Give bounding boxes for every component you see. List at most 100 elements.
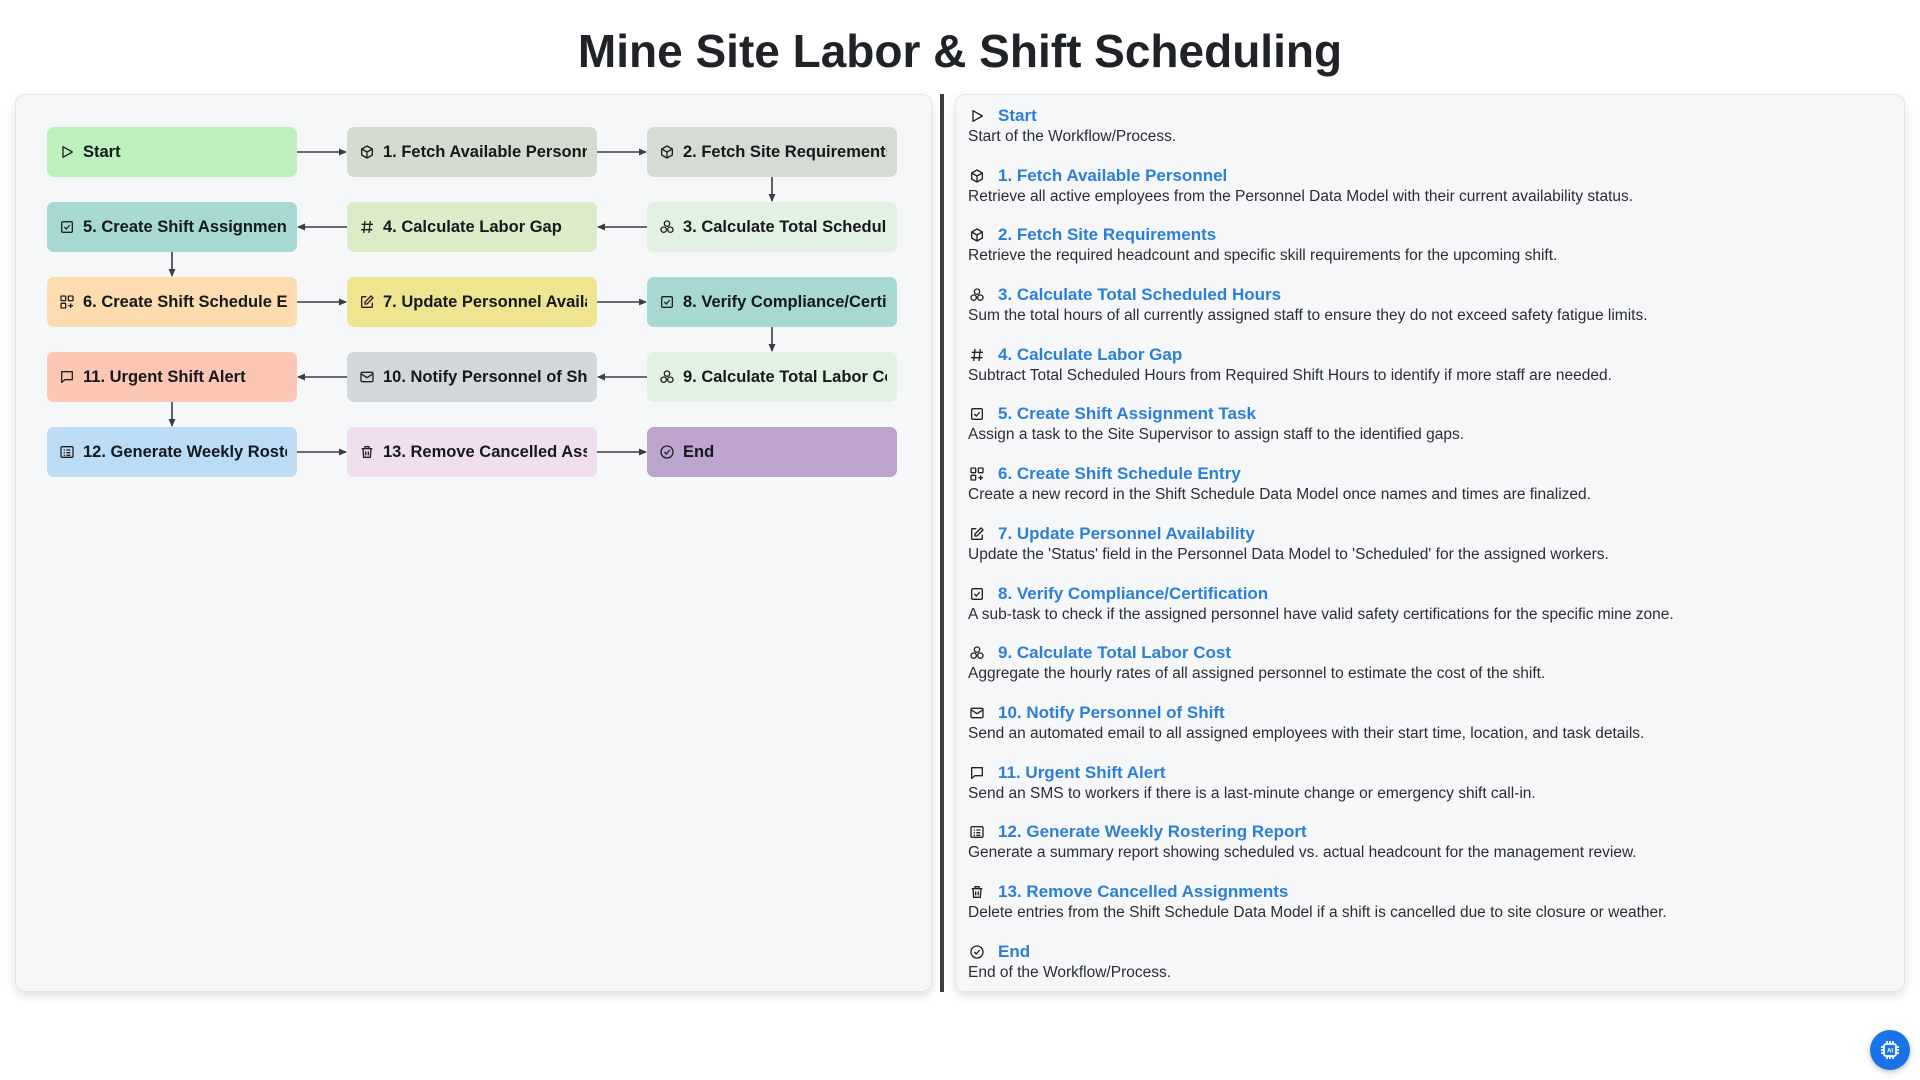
step-header[interactable]: 9. Calculate Total Labor Cost [968, 642, 1888, 664]
step-header[interactable]: 2. Fetch Site Requirements [968, 224, 1888, 246]
flow-node-n8[interactable]: 8. Verify Compliance/Certification [647, 277, 897, 327]
page-title: Mine Site Labor & Shift Scheduling [577, 25, 1343, 77]
flow-node-label: 2. Fetch Site Requirements [683, 142, 887, 161]
step-description: End of the Workflow/Process. [968, 963, 1172, 981]
step-header[interactable]: Start [968, 105, 1888, 127]
step-item: Start Start of the Workflow/Process. [968, 105, 1888, 165]
step-description: Create a new record in the Shift Schedul… [968, 486, 1591, 504]
flow-node-n11[interactable]: 11. Urgent Shift Alert [47, 352, 297, 402]
flow-node-n6[interactable]: 6. Create Shift Schedule Entry [47, 277, 297, 327]
cube-icon [359, 144, 375, 160]
flow-node-n1[interactable]: 1. Fetch Available Personnel [347, 127, 597, 177]
step-title[interactable]: 13. Remove Cancelled Assignments [998, 882, 1288, 902]
step-description: Aggregate the hourly rates of all assign… [968, 665, 1546, 683]
step-description: Delete entries from the Shift Schedule D… [968, 903, 1667, 921]
step-item: 5. Create Shift Assignment Task Assign a … [968, 403, 1888, 463]
step-header[interactable]: 12. Generate Weekly Rostering Report [968, 821, 1888, 843]
checkbox-icon [59, 219, 75, 235]
flow-node-n3[interactable]: 3. Calculate Total Scheduled Hours [647, 202, 897, 252]
flow-node-n7[interactable]: 7. Update Personnel Availability [347, 277, 597, 327]
step-title[interactable]: End [998, 942, 1030, 962]
step-header[interactable]: 8. Verify Compliance/Certification [968, 583, 1888, 605]
step-item: 1. Fetch Available Personnel Retrieve all… [968, 165, 1888, 225]
step-header[interactable]: 3. Calculate Total Scheduled Hours [968, 284, 1888, 306]
flow-node-n10[interactable]: 10. Notify Personnel of Shift [347, 352, 597, 402]
step-title[interactable]: 6. Create Shift Schedule Entry [998, 464, 1241, 484]
step-title[interactable]: Start [998, 106, 1037, 126]
step-description: Assign a task to the Site Supervisor to … [968, 426, 1464, 444]
flowchart-panel: Start 1. Fetch Available Personnel 2. Fetc… [15, 94, 932, 992]
step-title[interactable]: 12. Generate Weekly Rostering Report [998, 822, 1307, 842]
step-header[interactable]: 6. Create Shift Schedule Entry [968, 463, 1888, 485]
grid-plus-icon [59, 294, 75, 310]
flow-node-n5[interactable]: 5. Create Shift Assignment Task [47, 202, 297, 252]
cluster-icon [968, 644, 986, 662]
step-header[interactable]: End [968, 941, 1888, 963]
cluster-icon [659, 369, 675, 385]
svg-text:AI: AI [1887, 1049, 1893, 1055]
flow-node-end[interactable]: End [647, 427, 897, 477]
checkbox-icon [659, 294, 675, 310]
checkbox-icon [968, 405, 986, 423]
flow-node-n12[interactable]: 12. Generate Weekly Rostering Report [47, 427, 297, 477]
step-item: 2. Fetch Site Requirements Retrieve the r… [968, 224, 1888, 284]
step-title[interactable]: 1. Fetch Available Personnel [998, 166, 1227, 186]
flow-node-label: 5. Create Shift Assignment Task [83, 217, 287, 236]
step-header[interactable]: 1. Fetch Available Personnel [968, 165, 1888, 187]
step-title[interactable]: 7. Update Personnel Availability [998, 524, 1255, 544]
step-title[interactable]: 9. Calculate Total Labor Cost [998, 643, 1231, 663]
step-header[interactable]: 7. Update Personnel Availability [968, 523, 1888, 545]
flow-node-label: 8. Verify Compliance/Certification [683, 292, 887, 311]
step-description: A sub-task to check if the assigned pers… [968, 605, 1674, 623]
flow-node-label: 13. Remove Cancelled Assignments [383, 442, 587, 461]
step-header[interactable]: 5. Create Shift Assignment Task [968, 403, 1888, 425]
step-header[interactable]: 11. Urgent Shift Alert [968, 762, 1888, 784]
step-item: 9. Calculate Total Labor Cost Aggregate t… [968, 642, 1888, 702]
flow-node-label: 4. Calculate Labor Gap [383, 217, 562, 236]
step-description: Retrieve all active employees from the P… [968, 187, 1634, 205]
steps-panel: Start Start of the Workflow/Process. 1. Fe… [955, 94, 1905, 992]
step-header[interactable]: 4. Calculate Labor Gap [968, 344, 1888, 366]
step-item: 6. Create Shift Schedule Entry Create a n… [968, 463, 1888, 523]
flow-node-n13[interactable]: 13. Remove Cancelled Assignments [347, 427, 597, 477]
flow-node-label: Start [83, 142, 121, 161]
trash-icon [359, 444, 375, 460]
step-item: 3. Calculate Total Scheduled Hours Sum th… [968, 284, 1888, 344]
step-title[interactable]: 10. Notify Personnel of Shift [998, 703, 1225, 723]
step-description: Generate a summary report showing schedu… [968, 844, 1637, 862]
grid-plus-icon [968, 465, 986, 483]
play-icon [968, 107, 986, 125]
cube-icon [968, 226, 986, 244]
step-header[interactable]: 10. Notify Personnel of Shift [968, 702, 1888, 724]
cluster-icon [659, 219, 675, 235]
step-header[interactable]: 13. Remove Cancelled Assignments [968, 881, 1888, 903]
flow-node-n2[interactable]: 2. Fetch Site Requirements [647, 127, 897, 177]
ai-assistant-button[interactable]: AI [1870, 1030, 1910, 1070]
message-icon [59, 369, 75, 385]
step-item: 8. Verify Compliance/Certification A sub-… [968, 583, 1888, 643]
step-item: 10. Notify Personnel of Shift Send an aut… [968, 702, 1888, 762]
step-title[interactable]: 4. Calculate Labor Gap [998, 345, 1182, 365]
flow-node-n9[interactable]: 9. Calculate Total Labor Cost [647, 352, 897, 402]
step-title[interactable]: 5. Create Shift Assignment Task [998, 404, 1256, 424]
step-title[interactable]: 11. Urgent Shift Alert [998, 763, 1166, 783]
check-circle-icon [968, 943, 986, 961]
flow-node-n4[interactable]: 4. Calculate Labor Gap [347, 202, 597, 252]
flow-node-label: 3. Calculate Total Scheduled Hours [683, 217, 887, 236]
cube-icon [968, 167, 986, 185]
step-item: 12. Generate Weekly Rostering Report Gene… [968, 821, 1888, 881]
step-description: Send an SMS to workers if there is a las… [968, 784, 1536, 802]
flow-node-label: 6. Create Shift Schedule Entry [83, 292, 287, 311]
step-title[interactable]: 3. Calculate Total Scheduled Hours [998, 285, 1281, 305]
step-title[interactable]: 2. Fetch Site Requirements [998, 225, 1216, 245]
step-description: Retrieve the required headcount and spec… [968, 247, 1558, 265]
steps-list: Start Start of the Workflow/Process. 1. Fe… [968, 105, 1888, 1000]
step-title[interactable]: 8. Verify Compliance/Certification [998, 584, 1268, 604]
mail-icon [359, 369, 375, 385]
hash-icon [359, 219, 375, 235]
check-circle-icon [659, 444, 675, 460]
flow-node-start[interactable]: Start [47, 127, 297, 177]
step-description: Subtract Total Scheduled Hours from Requ… [968, 366, 1612, 384]
flow-node-label: 10. Notify Personnel of Shift [383, 367, 587, 386]
flow-node-label: 7. Update Personnel Availability [383, 292, 587, 311]
